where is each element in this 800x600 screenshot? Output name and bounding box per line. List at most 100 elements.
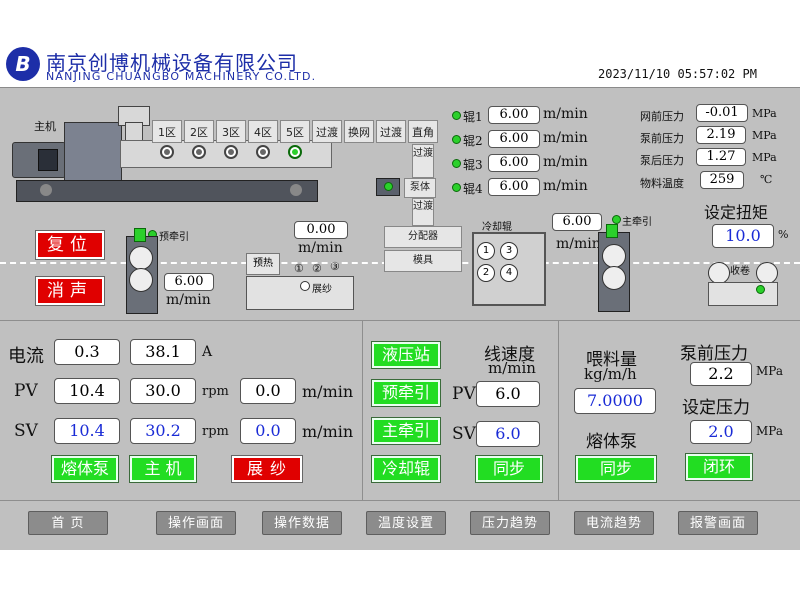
nav-pressure-trend-button[interactable]: 压力趋势 <box>470 511 550 535</box>
pv-unit-rpm: rpm <box>202 384 229 399</box>
pre-tract-speed-side[interactable]: 6.00 <box>164 273 214 291</box>
main-tract-button[interactable]: 主牵引 <box>371 417 441 445</box>
nav-current-trend-button[interactable]: 电流趋势 <box>574 511 654 535</box>
roller-2-unit: m/min <box>543 130 588 146</box>
feed-rate-value[interactable]: 7.0000 <box>574 388 656 414</box>
pressure-screen-front-unit: MPa <box>752 107 777 120</box>
spread-roll-2: ② <box>312 262 322 275</box>
heater-5-icon <box>288 145 302 159</box>
sv-value-1[interactable]: 10.4 <box>54 418 120 444</box>
set-pressure-unit: MPa <box>756 424 783 438</box>
pressure-pump-back-label: 泵后压力 <box>640 154 684 167</box>
transition-vertical-2[interactable]: 过渡 <box>412 198 434 226</box>
zone-3[interactable]: 3区 <box>216 120 246 143</box>
roller-2-dot <box>452 135 461 144</box>
line-speed-pv-value: 6.0 <box>476 381 540 407</box>
main-tract-roll-top-icon <box>602 244 626 268</box>
divider-vertical-right <box>558 320 559 500</box>
zone-4[interactable]: 4区 <box>248 120 278 143</box>
closed-loop-button[interactable]: 闭环 <box>685 453 753 481</box>
current-label: 电流 <box>8 346 44 367</box>
sv-value-3[interactable]: 0.0 <box>240 418 296 444</box>
cooling-roll-label: 冷却辊 <box>482 222 512 233</box>
material-temp-unit: ℃ <box>760 173 773 186</box>
pre-tract-speed-side-unit: m/min <box>166 292 211 308</box>
zone-transition-2[interactable]: 过渡 <box>376 120 406 143</box>
nav-operation-data-button[interactable]: 操作数据 <box>262 511 342 535</box>
die[interactable]: 模具 <box>384 250 462 272</box>
spread-roll-3: ③ <box>330 260 340 273</box>
hydraulic-station-button[interactable]: 液压站 <box>371 341 441 369</box>
pre-tract-speed-top[interactable]: 0.00 <box>294 221 348 239</box>
base-foot-left <box>40 184 52 196</box>
roller-3-unit: m/min <box>543 154 588 170</box>
winder-roll-left-icon <box>708 262 730 284</box>
material-temp-value: 259 <box>700 171 744 189</box>
pre-pump-pressure-unit: MPa <box>756 364 783 378</box>
zone-2[interactable]: 2区 <box>184 120 214 143</box>
torque-value[interactable]: 10.0 <box>712 224 774 248</box>
nav-operation-screen-button[interactable]: 操作画面 <box>156 511 236 535</box>
pump-body[interactable]: 泵体 <box>404 178 436 198</box>
roller-4-speed[interactable]: 6.00 <box>488 178 540 196</box>
nav-alarm-screen-button[interactable]: 报警画面 <box>678 511 758 535</box>
material-temp-label: 物料温度 <box>640 177 684 190</box>
sv-unit: m/min <box>302 422 354 441</box>
base-foot-right <box>290 184 302 196</box>
main-tract-speed[interactable]: 6.00 <box>552 213 602 231</box>
main-tract-speed-unit: m/min <box>556 236 601 252</box>
divider-bottom <box>0 500 800 501</box>
reset-button[interactable]: 复位 <box>35 230 105 260</box>
zone-screen-changer[interactable]: 换网 <box>344 120 374 143</box>
cooling-roll-3-icon: 3 <box>500 242 518 260</box>
divider-horizontal <box>0 320 800 321</box>
silence-button[interactable]: 消声 <box>35 276 105 306</box>
pre-pump-pressure-label: 泵前压力 <box>680 344 748 364</box>
spread-button[interactable]: 展 纱 <box>231 455 303 483</box>
pre-tract-motor-icon <box>134 228 146 242</box>
line-speed-pv-label: PV <box>452 384 476 404</box>
pressure-pump-front-label: 泵前压力 <box>640 132 684 145</box>
pressure-screen-front-value: -0.01 <box>696 104 748 122</box>
roller-2-speed[interactable]: 6.00 <box>488 130 540 148</box>
winder-roll-right-icon <box>756 262 778 284</box>
roller-2-label: 辊2 <box>463 134 483 148</box>
pressure-pump-front-unit: MPa <box>752 129 777 142</box>
set-pressure-label: 设定压力 <box>682 398 750 418</box>
preheat-box[interactable]: 预热 <box>246 253 280 275</box>
roller-4-label: 辊4 <box>463 182 483 196</box>
roller-3-speed[interactable]: 6.00 <box>488 154 540 172</box>
roller-1-speed[interactable]: 6.00 <box>488 106 540 124</box>
divider-vertical-left <box>362 320 363 500</box>
nav-home-button[interactable]: 首 页 <box>28 511 108 535</box>
pv-value-2: 30.0 <box>130 378 196 404</box>
zone-transition-1[interactable]: 过渡 <box>312 120 342 143</box>
extruder-base <box>16 180 318 202</box>
transition-vertical-1[interactable]: 过渡 <box>412 144 434 178</box>
melt-pump-button[interactable]: 熔体泵 <box>51 455 119 483</box>
transition-vertical-1-label: 过渡 <box>413 148 433 159</box>
melt-pump-sync-button[interactable]: 同步 <box>575 455 657 483</box>
roller-3-label: 辊3 <box>463 158 483 172</box>
pressure-pump-back-unit: MPa <box>752 151 777 164</box>
line-sync-button[interactable]: 同步 <box>475 455 543 483</box>
cooling-roll-2-icon: 2 <box>477 264 495 282</box>
roller-4-unit: m/min <box>543 178 588 194</box>
zone-5[interactable]: 5区 <box>280 120 310 143</box>
sv-value-2[interactable]: 30.2 <box>130 418 196 444</box>
distributor[interactable]: 分配器 <box>384 226 462 248</box>
transition-vertical-2-label: 过渡 <box>413 201 433 212</box>
heater-2-icon <box>192 145 206 159</box>
zone-1[interactable]: 1区 <box>152 120 182 143</box>
pre-tract-roll-top-icon <box>129 246 153 270</box>
nav-temperature-settings-button[interactable]: 温度设置 <box>366 511 446 535</box>
pressure-pump-back-value: 1.27 <box>696 148 746 166</box>
pre-tract-button[interactable]: 预牵引 <box>371 379 441 407</box>
set-pressure-value[interactable]: 2.0 <box>690 420 752 444</box>
zone-right-angle[interactable]: 直角 <box>408 120 438 143</box>
melt-pump-label: 熔体泵 <box>586 432 637 452</box>
line-speed-sv-value[interactable]: 6.0 <box>476 421 540 447</box>
main-machine-button[interactable]: 主 机 <box>129 455 197 483</box>
cooling-roll-button[interactable]: 冷却辊 <box>371 455 441 483</box>
motor-fan-icon <box>38 149 58 171</box>
